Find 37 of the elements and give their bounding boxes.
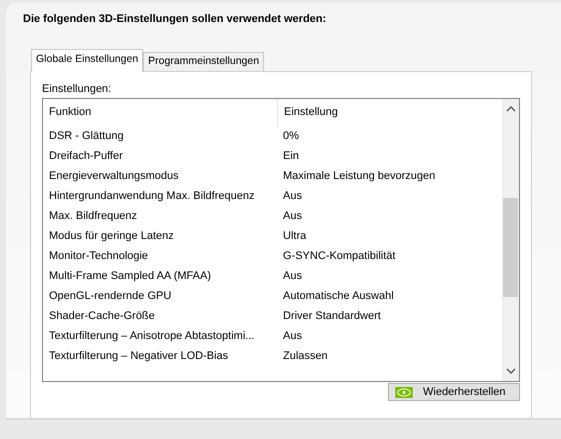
table-cell-text: Ein: [282, 150, 299, 162]
scroll-down-icon[interactable]: [506, 367, 516, 375]
column-header[interactable]: Einstellung: [278, 99, 338, 126]
tab[interactable]: Globale Einstellungen: [31, 49, 144, 72]
table-cell-text: Aus: [282, 330, 302, 342]
table-cell-text: Driver Standardwert: [282, 310, 381, 322]
table-cell-text: Aus: [282, 210, 302, 222]
settings-label: Einstellungen:: [42, 83, 112, 97]
tab[interactable]: Programmeinstellungen: [143, 52, 264, 71]
column-header[interactable]: Funktion: [49, 99, 278, 126]
table-cell-text: Max. Bildfrequenz: [49, 210, 138, 222]
table-cell-text: OpenGL-rendernde GPU: [49, 290, 172, 302]
table-cell-text: Multi-Frame Sampled AA (MFAA): [49, 270, 212, 282]
table-cell-text: Aus: [282, 190, 302, 202]
table-cell-text: Monitor-Technologie: [49, 250, 150, 262]
table-cell-text: Texturfilterung – Anisotrope Abtastoptimi...: [49, 330, 256, 342]
scroll-thumb[interactable]: [503, 198, 518, 297]
table-cell-text: Hintergrundanwendung Max. Bildfrequenz: [49, 190, 256, 202]
table-cell-text: G-SYNC-Kompatibilität: [282, 250, 396, 262]
table-cell-text: Aus: [282, 270, 302, 282]
table-cell-text: Energieverwaltungsmodus: [49, 170, 180, 182]
table-cell-text: Texturfilterung – Negativer LOD-Bias: [49, 350, 230, 362]
table-cell-text: Automatische Auswahl: [282, 290, 394, 302]
settings-list[interactable]: [42, 98, 520, 382]
scrollbar[interactable]: [502, 99, 519, 381]
section-heading: Die folgenden 3D-Einstellungen sollen verwendet werden:: [23, 13, 328, 27]
table-cell-text: Shader-Cache-Größe: [49, 310, 156, 322]
table-cell-text: Maximale Leistung bevorzugen: [282, 170, 436, 182]
table-cell-text: DSR - Glättung: [49, 130, 125, 142]
table-cell-text: Ultra: [282, 230, 306, 242]
table-cell-text: 0%: [282, 130, 299, 142]
restore-button[interactable]: Wiederherstellen: [388, 383, 520, 401]
eye-logo-icon: [395, 386, 413, 398]
table-cell-text: Zulassen: [282, 350, 328, 362]
scroll-up-icon[interactable]: [506, 105, 516, 113]
table-cell-text: Modus für geringe Latenz: [49, 230, 175, 242]
table-cell-text: Dreifach-Puffer: [49, 150, 124, 162]
